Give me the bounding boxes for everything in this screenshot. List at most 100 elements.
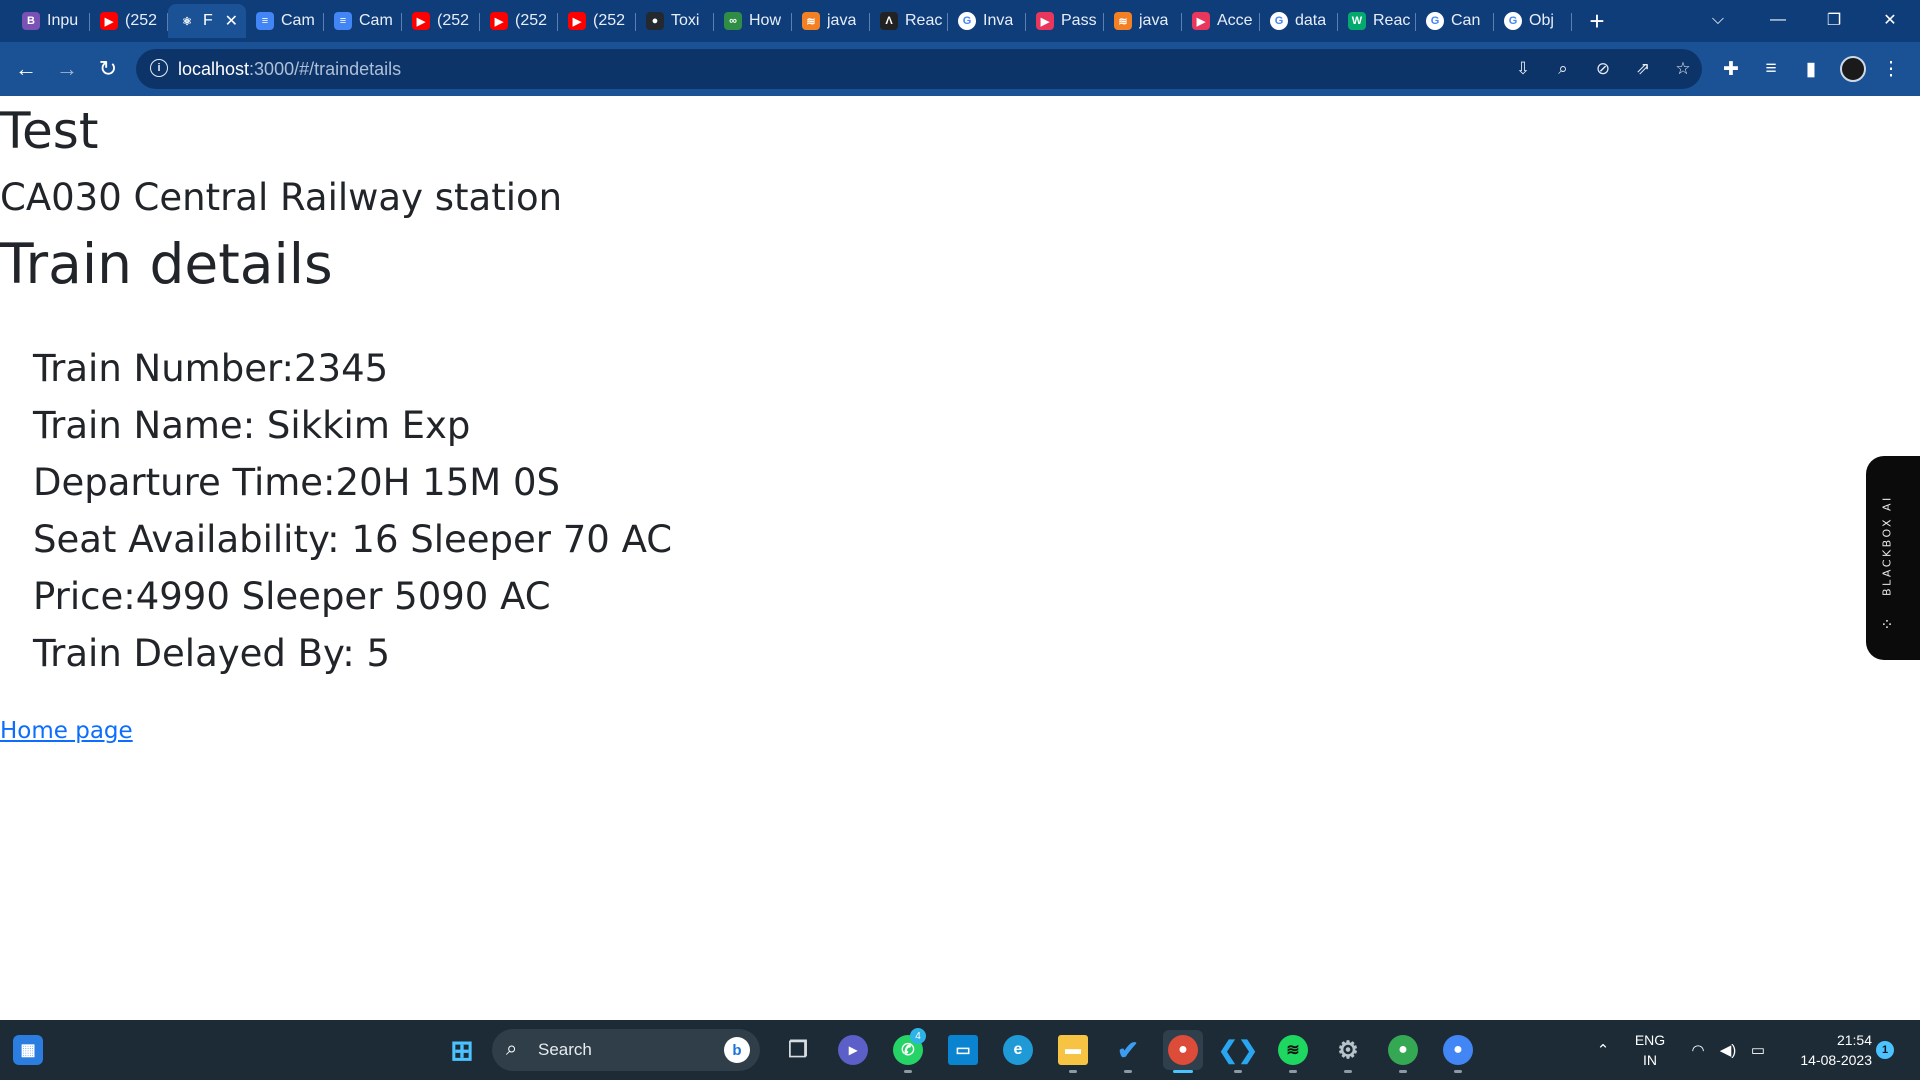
chrome-profile-icon[interactable]: ● xyxy=(1383,1030,1423,1073)
remote-desktop-icon[interactable]: ▭ xyxy=(943,1030,983,1070)
bing-icon[interactable]: b xyxy=(724,1037,750,1063)
bookmark-star-icon[interactable]: ☆ xyxy=(1671,57,1695,81)
language-indicator[interactable]: ENG IN xyxy=(1628,1030,1672,1070)
forward-icon[interactable]: → xyxy=(51,53,83,85)
browser-tab[interactable]: ≡ Cam xyxy=(324,4,402,38)
bootstrap-icon: B xyxy=(22,12,40,30)
browser-tab[interactable]: ▶ Acce xyxy=(1182,4,1260,38)
edge-icon[interactable]: e xyxy=(998,1030,1038,1070)
browser-tab[interactable]: ▶ (252 xyxy=(402,4,480,38)
restore-icon[interactable]: ❐ xyxy=(1806,0,1862,40)
browser-tab[interactable]: ▶ (252 xyxy=(480,4,558,38)
blackbox-ai-icon: ⁘ xyxy=(1880,614,1894,634)
volume-icon[interactable]: ◀) xyxy=(1714,1020,1742,1080)
browser-tab[interactable]: G Can xyxy=(1416,4,1494,38)
browser-tab[interactable]: ≋ java xyxy=(1104,4,1182,38)
menu-icon[interactable]: ⋮ xyxy=(1878,56,1904,82)
taskbar: ▦ ⊞ ⌕ Search b ❐ ▸ ✆ 4 ▭ e ▬ ✔ ● ❮❯ ≋ ⚙ ●… xyxy=(0,1020,1920,1080)
browser-tab[interactable]: Λ Reac xyxy=(870,4,948,38)
side-panel-icon[interactable]: ▮ xyxy=(1798,56,1824,82)
file-explorer-icon[interactable]: ▬ xyxy=(1053,1030,1093,1073)
chrome-profile-2-icon[interactable]: ● xyxy=(1438,1030,1478,1073)
whatsapp-icon[interactable]: ✆ 4 xyxy=(888,1028,928,1073)
browser-tab[interactable]: G Inva xyxy=(948,4,1026,38)
geeksforgeeks-icon: ∞ xyxy=(724,12,742,30)
browser-tab[interactable]: ≋ java xyxy=(792,4,870,38)
chrome-icon[interactable]: ● xyxy=(1163,1030,1203,1073)
browser-tab[interactable]: Gdata xyxy=(1260,4,1338,38)
blackbox-ai-label: BLACKBOX AI xyxy=(1880,495,1894,597)
departure-time: Departure Time:20H 15M 0S xyxy=(33,461,560,504)
station-heading: CA030 Central Railway station xyxy=(0,176,563,219)
tab-label: Reac xyxy=(905,12,943,29)
close-window-icon[interactable]: ✕ xyxy=(1862,0,1918,40)
reload-icon[interactable]: ↻ xyxy=(92,53,124,85)
tab-label: Can xyxy=(1451,12,1481,29)
stackoverflow-icon: ≋ xyxy=(1114,12,1132,30)
extensions-icon[interactable]: ✚ xyxy=(1718,56,1744,82)
tab-label: Reac xyxy=(1373,12,1411,29)
site-info-icon[interactable]: i xyxy=(150,59,168,77)
taskbar-search[interactable]: ⌕ Search b xyxy=(492,1029,760,1071)
youtube-icon: ▶ xyxy=(100,12,118,30)
app-icon: ▶ xyxy=(1036,12,1054,30)
widgets-icon[interactable]: ▦ xyxy=(8,1030,48,1070)
browser-toolbar: ← → ↻ i localhost:3000/#/traindetails ⇩ … xyxy=(0,42,1920,96)
clock-time: 21:54 xyxy=(1836,1032,1872,1048)
tab-label: Cam xyxy=(281,12,315,29)
spotify-icon[interactable]: ≋ xyxy=(1273,1030,1313,1073)
minimize-icon[interactable]: — xyxy=(1750,0,1806,40)
clock[interactable]: 21:54 14-08-2023 xyxy=(1782,1030,1872,1070)
blackbox-ai-panel[interactable]: BLACKBOX AI ⁘ xyxy=(1866,456,1920,660)
docs-icon: ≡ xyxy=(256,12,274,30)
docs-icon: ≡ xyxy=(334,12,352,30)
browser-tab-strip: B Inpu ▶ (252 ⚛ F ✕ ≡ Cam ≡ Cam ▶ (252 ▶ (252 ▶ (252 ● Tox… xyxy=(0,0,1920,42)
address-bar[interactable]: i localhost:3000/#/traindetails ⇩ ⌕ ⊘ ⇗ … xyxy=(136,49,1702,89)
share-icon[interactable]: ⇗ xyxy=(1631,57,1655,81)
tab-label: (252 xyxy=(125,12,158,29)
browser-tab[interactable]: ≡ Cam xyxy=(246,4,324,38)
tab-label: How xyxy=(749,12,782,29)
teams-chat-icon[interactable]: ▸ xyxy=(833,1030,873,1070)
zoom-icon[interactable]: ⌕ xyxy=(1551,57,1575,81)
show-hidden-icons-icon[interactable]: ⌃ xyxy=(1588,1020,1618,1080)
browser-tab[interactable]: ▶ (252 xyxy=(90,4,168,38)
tab-label: java xyxy=(1139,12,1169,29)
url-text[interactable]: localhost:3000/#/traindetails xyxy=(178,59,401,80)
tab-label: Acce xyxy=(1217,12,1253,29)
back-icon[interactable]: ← xyxy=(10,53,42,85)
seat-availability: Seat Availability: 16 Sleeper 70 AC xyxy=(33,518,673,561)
tab-label: Pass xyxy=(1061,12,1097,29)
task-view-icon[interactable]: ❐ xyxy=(778,1030,818,1070)
tab-list: B Inpu ▶ (252 ⚛ F ✕ ≡ Cam ≡ Cam ▶ (252 ▶ (252 ▶ (252 ● Tox… xyxy=(12,4,1614,38)
todo-icon[interactable]: ✔ xyxy=(1108,1030,1148,1073)
google-icon: G xyxy=(1504,12,1522,30)
react-icon: ⚛ xyxy=(178,12,196,30)
browser-tab[interactable]: ⚛ F ✕ xyxy=(168,4,246,38)
battery-icon[interactable]: ▭ xyxy=(1744,1020,1772,1080)
browser-tab[interactable]: ● Toxi xyxy=(636,4,714,38)
close-tab-icon[interactable]: ✕ xyxy=(225,11,238,31)
browser-tab[interactable]: G Obj xyxy=(1494,4,1572,38)
home-page-link[interactable]: Home page xyxy=(0,718,133,744)
wifi-icon[interactable]: ◠ xyxy=(1684,1020,1712,1080)
train-name: Train Name: Sikkim Exp xyxy=(33,404,471,447)
vscode-icon[interactable]: ❮❯ xyxy=(1218,1030,1258,1073)
media-controls-icon[interactable]: ≡ xyxy=(1758,56,1784,82)
page-content: Test CA030 Central Railway station Train… xyxy=(0,96,1920,1020)
browser-tab[interactable]: ▶ Pass xyxy=(1026,4,1104,38)
eye-off-icon[interactable]: ⊘ xyxy=(1591,57,1615,81)
browser-tab[interactable]: ∞ How xyxy=(714,4,792,38)
browser-tab[interactable]: ▶ (252 xyxy=(558,4,636,38)
browser-tab[interactable]: B Inpu xyxy=(12,4,90,38)
tab-label: Cam xyxy=(359,12,393,29)
settings-icon[interactable]: ⚙ xyxy=(1328,1030,1368,1073)
start-icon[interactable]: ⊞ xyxy=(442,1030,482,1070)
browser-tab[interactable]: W Reac xyxy=(1338,4,1416,38)
new-tab-button[interactable]: + xyxy=(1580,4,1614,38)
tab-search-icon[interactable]: ⌵ xyxy=(1690,0,1746,40)
install-app-icon[interactable]: ⇩ xyxy=(1511,57,1535,81)
tab-label: (252 xyxy=(437,12,470,29)
profile-avatar[interactable] xyxy=(1840,56,1866,82)
notification-badge[interactable]: 1 xyxy=(1876,1041,1894,1059)
